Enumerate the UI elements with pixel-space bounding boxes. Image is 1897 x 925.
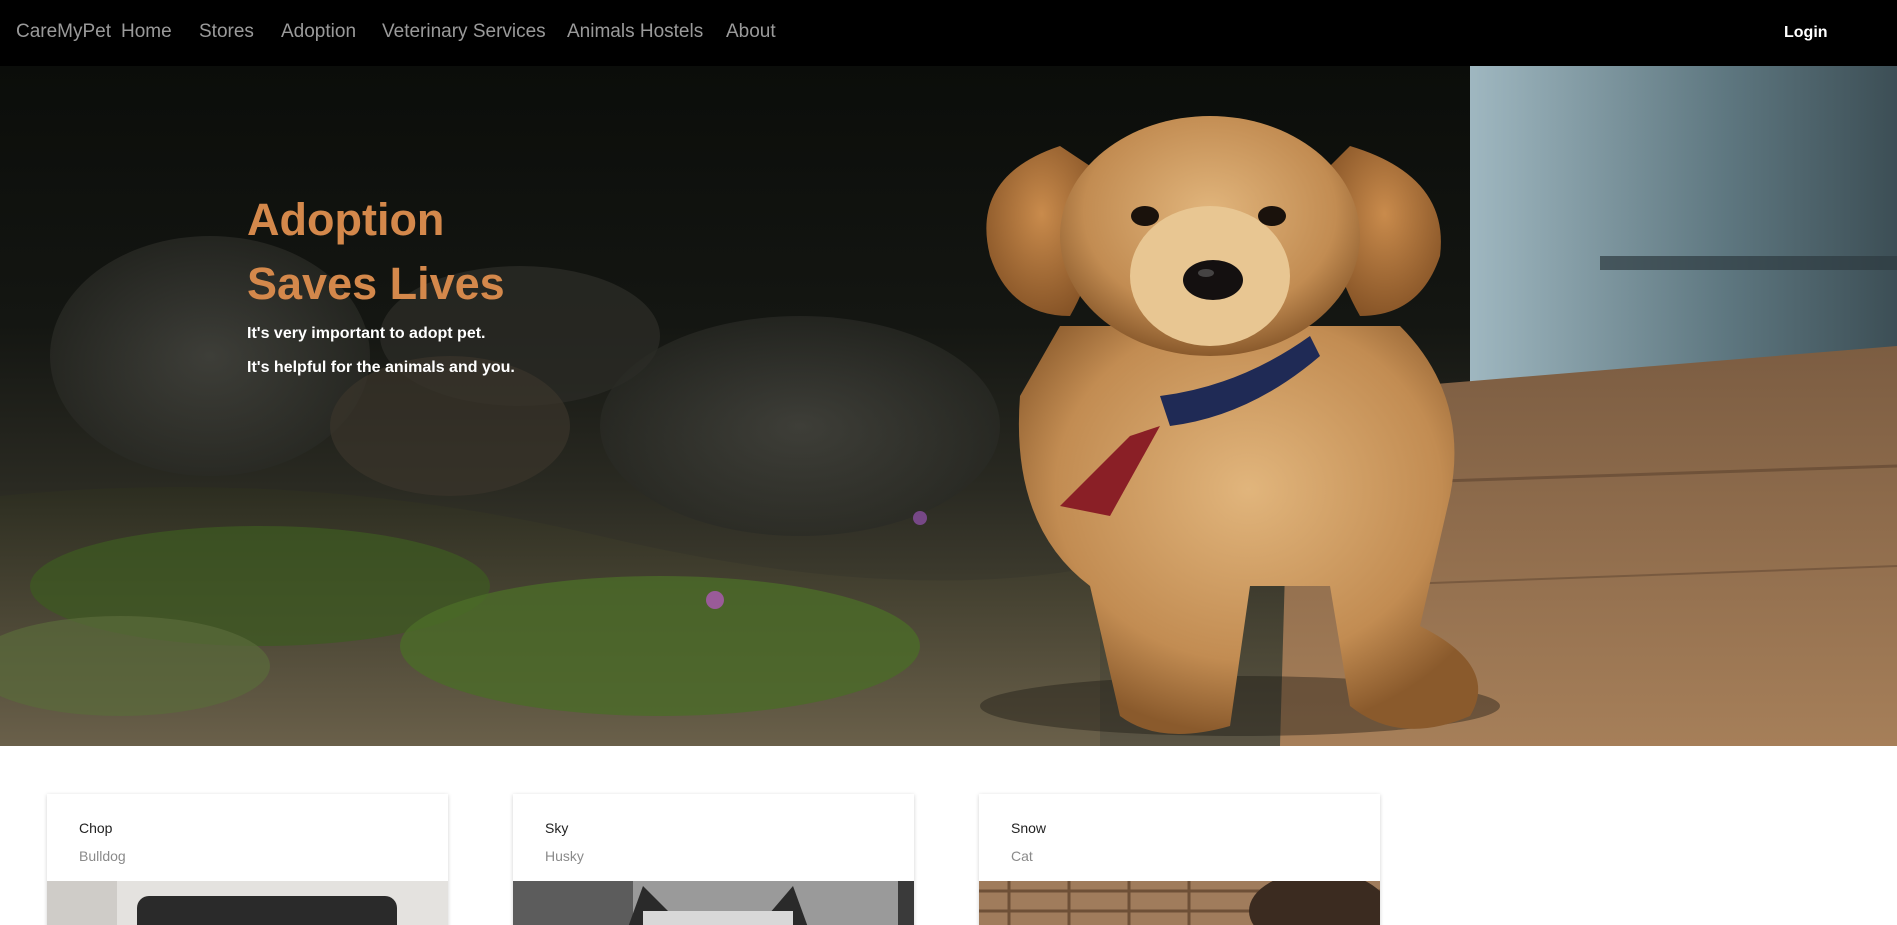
nav-links: Home Stores Adoption Veterinary Services… [0, 0, 800, 66]
hero-text-block: Adoption Saves Lives It's very important… [247, 188, 767, 384]
pet-photo-bulldog [47, 881, 448, 925]
nav-link-home[interactable]: Home [121, 21, 172, 43]
pet-breed: Cat [1011, 848, 1033, 864]
nav-link-veterinary-services[interactable]: Veterinary Services [382, 21, 546, 43]
pet-breed: Bulldog [79, 848, 126, 864]
nav-link-stores[interactable]: Stores [199, 21, 254, 43]
pet-photo-cat [979, 881, 1380, 925]
hero-puppy-image [0, 66, 1897, 746]
hero-subtitle-line1: It's very important to adopt pet. [247, 325, 486, 342]
pet-name: Snow [1011, 820, 1047, 836]
hero-title-line1: Adoption [247, 194, 445, 245]
login-button[interactable]: Login [1784, 24, 1828, 42]
hero-title-line2: Saves Lives [247, 258, 505, 309]
pet-name: Chop [79, 820, 113, 836]
hero-subtitle-line2: It's helpful for the animals and you. [247, 359, 515, 376]
pet-card-chop[interactable]: Chop Bulldog [47, 794, 448, 925]
pet-breed: Husky [545, 848, 584, 864]
nav-link-animals-hostels[interactable]: Animals Hostels [567, 21, 703, 43]
pet-card-snow[interactable]: Snow Cat [979, 794, 1380, 925]
hero-banner: Adoption Saves Lives It's very important… [0, 66, 1897, 746]
top-navbar: CareMyPet Home Stores Adoption Veterinar… [0, 0, 1897, 66]
pet-card-sky[interactable]: Sky Husky [513, 794, 914, 925]
pet-photo-husky [513, 881, 914, 925]
pet-name: Sky [545, 820, 569, 836]
nav-link-about[interactable]: About [726, 21, 776, 43]
nav-link-adoption[interactable]: Adoption [281, 21, 356, 43]
pet-cards: Chop Bulldog Sky Husky Snow Cat [0, 746, 1897, 925]
